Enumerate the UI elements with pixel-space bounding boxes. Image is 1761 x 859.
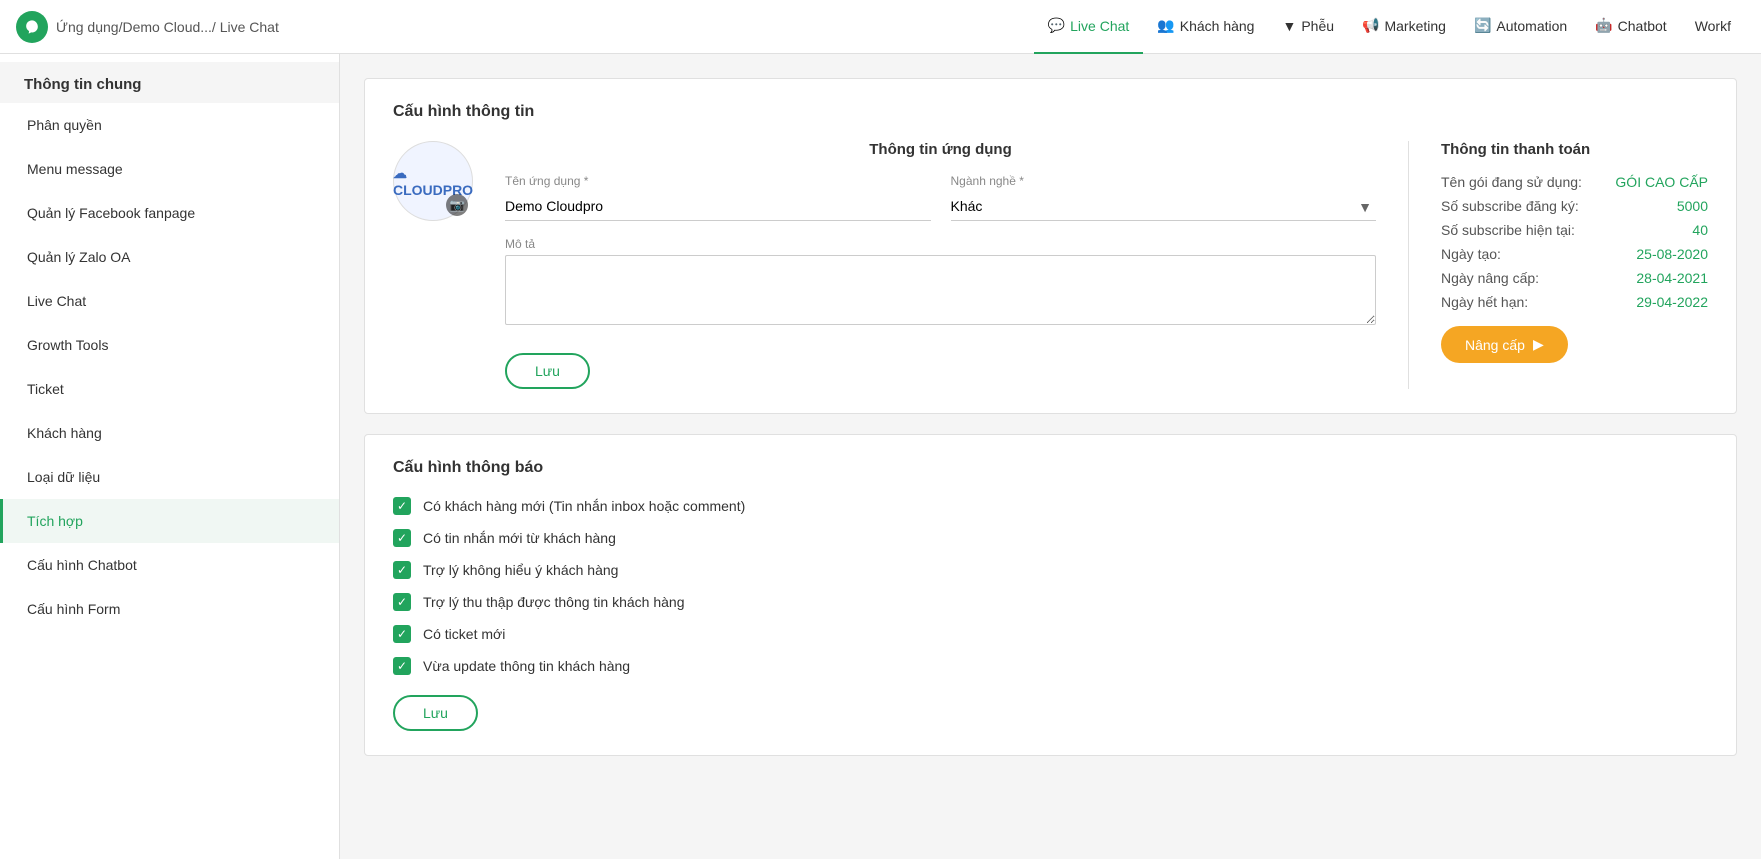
avatar-area: ☁ CLOUDPRO 📷 <box>393 141 473 221</box>
breadcrumb: Ứng dụng/Demo Cloud.../ Live Chat <box>56 19 279 35</box>
avatar: ☁ CLOUDPRO 📷 <box>393 141 473 221</box>
section-notification: Cấu hình thông báo ✓ Có khách hàng mới (… <box>364 434 1737 756</box>
marketing-icon: 📢 <box>1362 17 1379 34</box>
nav-funnel[interactable]: ▼ Phễu <box>1268 0 1348 54</box>
sidebar-item-cauhinh-form[interactable]: Cấu hình Form <box>0 587 339 631</box>
notify-item-5: ✓ Vừa update thông tin khách hàng <box>393 657 1708 675</box>
livechat-icon: 💬 <box>1048 17 1065 34</box>
desc-label: Mô tả <box>505 237 1376 251</box>
main-layout: Thông tin chung Phân quyền Menu message … <box>0 54 1761 859</box>
payment-row-1: Số subscribe đăng ký: 5000 <box>1441 198 1708 214</box>
funnel-icon: ▼ <box>1282 18 1296 34</box>
nav-marketing[interactable]: 📢 Marketing <box>1348 0 1460 54</box>
notify-item-4: ✓ Có ticket mới <box>393 625 1708 643</box>
industry-group: Ngành nghề * Khác Bán lẻ Công nghệ Giáo … <box>951 174 1377 221</box>
sidebar-item-tichhop[interactable]: Tích hợp ↓ <box>0 499 339 543</box>
section-info: Cấu hình thông tin ☁ CLOUDPRO 📷 Thông <box>364 78 1737 414</box>
save-info-button[interactable]: Lưu <box>505 353 590 389</box>
notify-item-3: ✓ Trợ lý thu thập được thông tin khách h… <box>393 593 1708 611</box>
upgrade-icon: ▶ <box>1533 336 1544 353</box>
nav-menu: 💬 Live Chat 👥 Khách hàng ▼ Phễu 📢 Market… <box>1034 0 1745 54</box>
sidebar-item-khachhang[interactable]: Khách hàng <box>0 411 339 455</box>
form-row-2: Mô tả <box>505 237 1376 325</box>
form-fields: Thông tin ứng dụng Tên ứng dụng * Ngành … <box>505 141 1376 389</box>
sidebar: Thông tin chung Phân quyền Menu message … <box>0 54 340 859</box>
desc-input[interactable] <box>505 255 1376 325</box>
industry-select[interactable]: Khác Bán lẻ Công nghệ Giáo dục Y tế <box>951 192 1377 221</box>
notify-item-1: ✓ Có tin nhắn mới từ khách hàng <box>393 529 1708 547</box>
payment-row-0: Tên gói đang sử dụng: GÓI CAO CẤP <box>1441 174 1708 190</box>
sidebar-header: Thông tin chung <box>0 62 339 103</box>
sidebar-item-cauhinh-chatbot[interactable]: Cấu hình Chatbot <box>0 543 339 587</box>
sidebar-item-loaidulieu[interactable]: Loại dữ liệu <box>0 455 339 499</box>
save-notify-button[interactable]: Lưu <box>393 695 478 731</box>
upgrade-button[interactable]: Nâng cấp ▶ <box>1441 326 1568 363</box>
sidebar-item-zaloa[interactable]: Quản lý Zalo OA <box>0 235 339 279</box>
industry-label: Ngành nghề * <box>951 174 1377 188</box>
sidebar-item-livechat[interactable]: Live Chat <box>0 279 339 323</box>
form-layout: ☁ CLOUDPRO 📷 Thông tin ứng dụng Tên ứng … <box>393 141 1708 389</box>
section-notification-title: Cấu hình thông báo <box>393 459 1708 477</box>
section-info-title: Cấu hình thông tin <box>393 103 1708 121</box>
notify-item-0: ✓ Có khách hàng mới (Tin nhắn inbox hoặc… <box>393 497 1708 515</box>
checkbox-1[interactable]: ✓ <box>393 529 411 547</box>
nav-customers[interactable]: 👥 Khách hàng <box>1143 0 1268 54</box>
camera-icon[interactable]: 📷 <box>446 194 468 216</box>
payment-title: Thông tin thanh toán <box>1441 141 1708 158</box>
payment-row-2: Số subscribe hiện tại: 40 <box>1441 222 1708 238</box>
notify-item-2: ✓ Trợ lý không hiểu ý khách hàng <box>393 561 1708 579</box>
checkbox-2[interactable]: ✓ <box>393 561 411 579</box>
payment-row-3: Ngày tạo: 25-08-2020 <box>1441 246 1708 262</box>
sidebar-item-phanquyen[interactable]: Phân quyền <box>0 103 339 147</box>
nav-workf[interactable]: Workf <box>1681 0 1745 54</box>
desc-group: Mô tả <box>505 237 1376 325</box>
customers-icon: 👥 <box>1157 17 1174 34</box>
nav-automation[interactable]: 🔄 Automation <box>1460 0 1581 54</box>
app-name-input[interactable] <box>505 192 931 221</box>
sidebar-item-growthtools[interactable]: Growth Tools <box>0 323 339 367</box>
top-nav: Ứng dụng/Demo Cloud.../ Live Chat 💬 Live… <box>0 0 1761 54</box>
payment-row-5: Ngày hết hạn: 29-04-2022 <box>1441 294 1708 310</box>
cloudpro-logo-text: ☁ CLOUDPRO <box>393 165 473 198</box>
checkbox-5[interactable]: ✓ <box>393 657 411 675</box>
checkbox-4[interactable]: ✓ <box>393 625 411 643</box>
notify-list: ✓ Có khách hàng mới (Tin nhắn inbox hoặc… <box>393 497 1708 675</box>
sidebar-item-menumessage[interactable]: Menu message <box>0 147 339 191</box>
app-name-label: Tên ứng dụng * <box>505 174 931 188</box>
checkbox-3[interactable]: ✓ <box>393 593 411 611</box>
chatbot-icon: 🤖 <box>1595 17 1612 34</box>
logo-area[interactable]: Ứng dụng/Demo Cloud.../ Live Chat <box>16 11 279 43</box>
automation-icon: 🔄 <box>1474 17 1491 34</box>
app-name-group: Tên ứng dụng * <box>505 174 931 221</box>
nav-livechat[interactable]: 💬 Live Chat <box>1034 0 1144 54</box>
app-logo <box>16 11 48 43</box>
form-row-1: Tên ứng dụng * Ngành nghề * Khác Bán lẻ … <box>505 174 1376 221</box>
form-section-title: Thông tin ứng dụng <box>505 141 1376 158</box>
payment-info: Thông tin thanh toán Tên gói đang sử dụn… <box>1408 141 1708 389</box>
checkbox-0[interactable]: ✓ <box>393 497 411 515</box>
main-content: Cấu hình thông tin ☁ CLOUDPRO 📷 Thông <box>340 54 1761 859</box>
form-and-payment: Thông tin ứng dụng Tên ứng dụng * Ngành … <box>505 141 1708 389</box>
sidebar-item-facebook[interactable]: Quản lý Facebook fanpage <box>0 191 339 235</box>
industry-select-wrapper: Khác Bán lẻ Công nghệ Giáo dục Y tế ▼ <box>951 192 1377 221</box>
payment-row-4: Ngày nâng cấp: 28-04-2021 <box>1441 270 1708 286</box>
nav-chatbot[interactable]: 🤖 Chatbot <box>1581 0 1680 54</box>
sidebar-item-ticket[interactable]: Ticket <box>0 367 339 411</box>
